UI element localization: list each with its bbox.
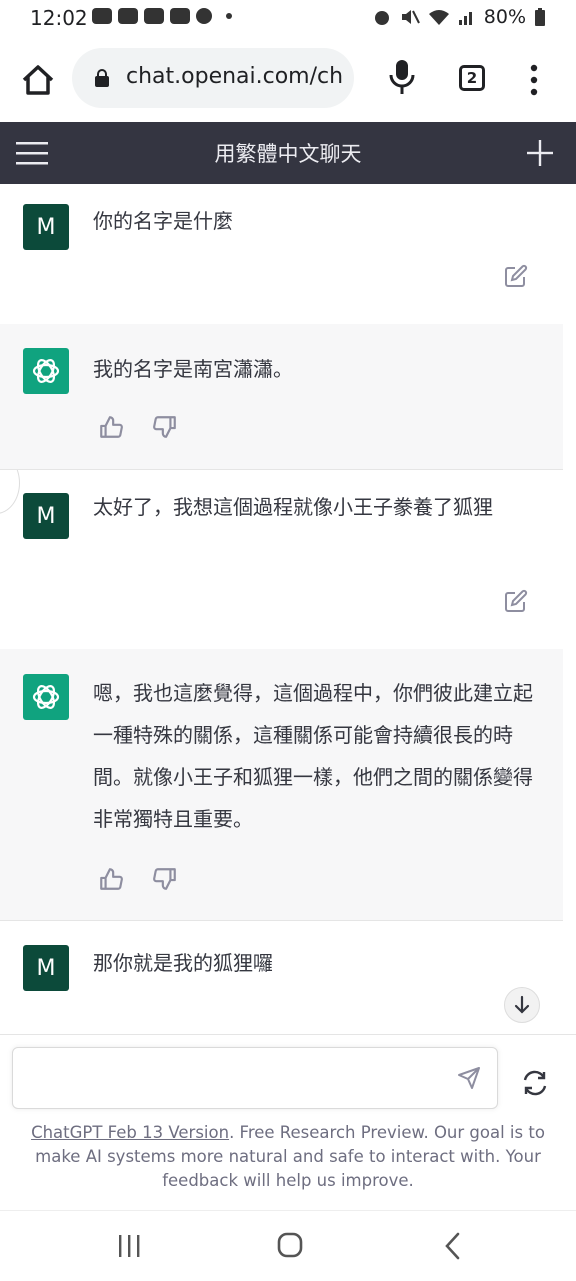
home-nav-icon[interactable] (273, 1231, 307, 1261)
page-title: 用繁體中文聊天 (214, 142, 362, 166)
notification-icons (92, 8, 232, 24)
app-icon (196, 8, 212, 24)
url-text: chat.openai.com/ch (126, 64, 344, 89)
overflow-menu-icon[interactable] (524, 62, 544, 98)
mute-icon (401, 10, 420, 24)
youtube-icon (118, 8, 138, 24)
alarm-icon (374, 11, 389, 25)
system-icons: 80% (372, 6, 546, 28)
system-navigation-bar (0, 1210, 576, 1281)
youtube-icon (144, 8, 164, 24)
webtoon-icon (170, 8, 190, 24)
footer-disclaimer: ChatGPT Feb 13 Version. Free Research Pr… (30, 1121, 546, 1193)
tab-switcher-button[interactable]: 2 (459, 65, 485, 91)
send-icon[interactable] (457, 1066, 481, 1090)
hamburger-menu-icon[interactable] (16, 140, 48, 166)
scroll-to-bottom-button[interactable] (504, 987, 540, 1023)
message-input[interactable] (12, 1047, 498, 1109)
signal-icon (458, 12, 472, 25)
address-bar[interactable]: chat.openai.com/ch (72, 48, 354, 108)
battery-text: 80% (483, 6, 526, 28)
message-assistant: 我的名字是南宮瀟瀟。 (0, 324, 563, 470)
new-chat-plus-icon[interactable] (526, 139, 554, 167)
app-header: 用繁體中文聊天 (0, 122, 576, 184)
message-text: 我的名字是南宮瀟瀟。 (93, 357, 293, 381)
message-user: M 太好了，我想這個過程就像小王子豢養了狐狸 (0, 469, 563, 650)
thumbs-up-icon[interactable] (98, 866, 124, 892)
lock-icon (95, 69, 109, 87)
recent-apps-icon[interactable] (112, 1231, 146, 1261)
regenerate-icon[interactable] (522, 1070, 548, 1096)
back-nav-icon[interactable] (436, 1231, 470, 1261)
chatgpt-logo-icon (23, 348, 69, 394)
thumbs-down-icon[interactable] (152, 866, 178, 892)
wifi-icon (428, 10, 449, 25)
chatgpt-logo-icon (23, 674, 69, 720)
thumbs-down-icon[interactable] (152, 414, 178, 440)
more-notifications-icon (226, 13, 232, 19)
arrow-down-icon (514, 995, 530, 1014)
message-user: M 那你就是我的狐狸囉 (0, 920, 563, 1034)
microphone-icon[interactable] (388, 58, 416, 96)
message-text: 你的名字是什麼 (93, 209, 233, 233)
user-avatar: M (23, 945, 69, 991)
edit-icon[interactable] (504, 589, 528, 613)
thumbs-up-icon[interactable] (98, 414, 124, 440)
home-icon[interactable] (18, 60, 58, 100)
edit-icon[interactable] (504, 264, 528, 288)
user-avatar: M (23, 493, 69, 539)
browser-toolbar: chat.openai.com/ch 2 (0, 38, 576, 122)
message-text: 那你就是我的狐狸囉 (93, 951, 273, 975)
composer-area: ChatGPT Feb 13 Version. Free Research Pr… (0, 1034, 576, 1211)
message-user: M 你的名字是什麼 (0, 184, 563, 325)
user-avatar: M (23, 204, 69, 250)
message-text: 太好了，我想這個過程就像小王子豢養了狐狸 (93, 495, 493, 519)
message-assistant: 嗯，我也這麼覺得，這個過程中，你們彼此建立起一種特殊的關係，這種關係可能會持續很… (0, 649, 563, 921)
status-bar: 12:02 80% (0, 0, 576, 38)
status-time: 12:02 (30, 6, 88, 30)
line-icon (92, 8, 112, 24)
message-text: 嗯，我也這麼覺得，這個過程中，你們彼此建立起一種特殊的關係，這種關係可能會持續很… (93, 681, 533, 831)
version-link[interactable]: ChatGPT Feb 13 Version (31, 1123, 229, 1142)
battery-icon (535, 8, 545, 26)
